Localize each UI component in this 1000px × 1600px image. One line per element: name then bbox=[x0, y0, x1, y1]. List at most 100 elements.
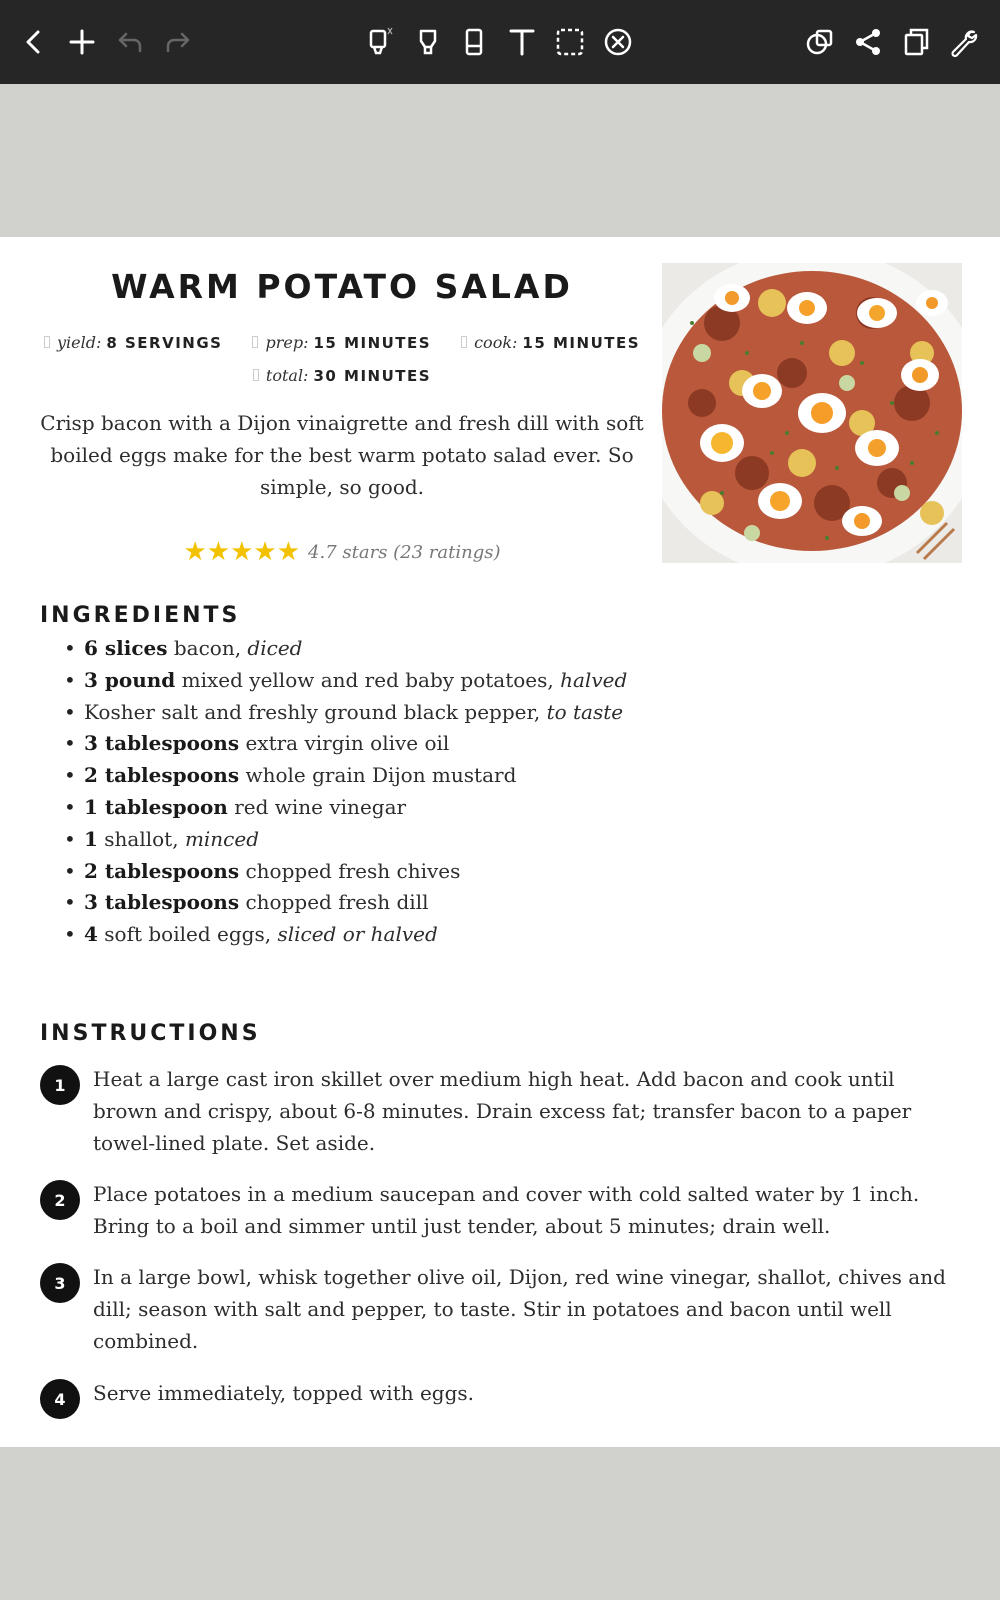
redo-button[interactable] bbox=[156, 18, 200, 66]
wrench-icon bbox=[951, 30, 978, 58]
yield-value: 8 SERVINGS bbox=[106, 334, 223, 352]
star-icon[interactable]: ★ bbox=[183, 539, 206, 565]
marker-icon bbox=[419, 29, 437, 55]
step-number-badge: 1 bbox=[40, 1065, 80, 1105]
ingredient-quantity: 1 bbox=[84, 826, 98, 851]
ingredient-quantity: 3 tablespoons bbox=[84, 890, 240, 915]
prep-meta: prep: 15 MINUTES bbox=[252, 333, 431, 352]
star-icon[interactable]: ★ bbox=[253, 539, 276, 565]
cook-value: 15 MINUTES bbox=[522, 334, 641, 352]
ingredient-note: diced bbox=[247, 636, 303, 660]
recipe-photo bbox=[662, 263, 962, 563]
recipe-rating[interactable]: ★ ★ ★ ★ ★ 4.7 stars (23 ratings) bbox=[40, 539, 644, 565]
toolbar bbox=[0, 0, 1000, 84]
step-number-badge: 3 bbox=[40, 1263, 80, 1303]
ingredient-item: 1 tablespoon red wine vinegar bbox=[64, 792, 924, 824]
lasso-tool-button[interactable] bbox=[548, 18, 592, 66]
undo-icon bbox=[118, 32, 142, 53]
share-icon bbox=[856, 29, 880, 55]
ingredient-note: to taste bbox=[546, 699, 624, 724]
lasso-icon bbox=[556, 28, 584, 56]
text-tool-button[interactable] bbox=[500, 18, 544, 66]
share-button[interactable] bbox=[846, 18, 890, 66]
recipe-meta-total: total: 30 MINUTES bbox=[40, 366, 644, 385]
recipe-page: WARM POTATO SALAD yield: 8 SERVINGS prep… bbox=[0, 237, 1000, 1447]
ingredient-quantity: 3 tablespoons bbox=[84, 731, 240, 756]
prep-value: 15 MINUTES bbox=[313, 334, 432, 352]
ingredients-list: 6 slices bacon, diced 3 pound mixed yell… bbox=[64, 633, 924, 951]
back-button[interactable] bbox=[12, 18, 56, 66]
recipe-title: WARM POTATO SALAD bbox=[111, 267, 573, 306]
cook-icon bbox=[461, 336, 468, 348]
marker-tool-button[interactable] bbox=[406, 18, 450, 66]
ingredient-quantity: 6 slices bbox=[84, 636, 168, 660]
ingredient-name: mixed yellow and red baby potatoes, bbox=[175, 667, 561, 692]
ingredient-quantity: 2 tablespoons bbox=[84, 763, 240, 788]
ingredient-quantity: 3 pound bbox=[84, 667, 176, 692]
ingredient-item: 4 soft boiled eggs, sliced or halved bbox=[64, 919, 924, 951]
ingredient-quantity: 4 bbox=[84, 922, 98, 947]
total-icon bbox=[252, 369, 259, 381]
ingredient-name: soft boiled eggs, bbox=[97, 922, 278, 947]
ingredient-item: 3 tablespoons chopped fresh dill bbox=[64, 887, 924, 919]
ingredient-name: shallot, bbox=[97, 826, 185, 851]
rating-text: 4.7 stars (23 ratings) bbox=[308, 541, 501, 563]
ingredient-name: red wine vinegar bbox=[227, 794, 407, 819]
total-meta: total: 30 MINUTES bbox=[252, 366, 432, 385]
recipe-summary: Crisp bacon with a Dijon vinaigrette and… bbox=[40, 411, 644, 499]
shapes-button[interactable] bbox=[798, 18, 842, 66]
pen-tool-button[interactable] bbox=[358, 18, 402, 66]
eraser-tool-button[interactable] bbox=[452, 18, 496, 66]
ingredient-note: minced bbox=[184, 826, 260, 851]
star-icon[interactable]: ★ bbox=[230, 539, 253, 565]
ingredient-name: extra virgin olive oil bbox=[239, 731, 450, 756]
step-number-badge: 4 bbox=[40, 1379, 80, 1419]
ingredient-item: 3 tablespoons extra virgin olive oil bbox=[64, 728, 924, 760]
rating-stars[interactable]: ★ ★ ★ ★ ★ bbox=[183, 539, 300, 565]
eraser-icon bbox=[465, 28, 483, 56]
add-button[interactable] bbox=[60, 18, 104, 66]
ingredient-item: 3 pound mixed yellow and red baby potato… bbox=[64, 665, 924, 697]
undo-button[interactable] bbox=[108, 18, 152, 66]
cook-meta: cook: 15 MINUTES bbox=[461, 333, 640, 352]
yield-icon bbox=[43, 336, 50, 348]
prep-label: prep: bbox=[265, 333, 309, 352]
step-number-badge: 2 bbox=[40, 1180, 80, 1220]
star-icon[interactable]: ★ bbox=[277, 539, 300, 565]
recipe-meta: yield: 8 SERVINGS prep: 15 MINUTES cook:… bbox=[40, 333, 644, 352]
ingredient-name: Kosher salt and freshly ground black pep… bbox=[84, 699, 547, 724]
yield-meta: yield: 8 SERVINGS bbox=[43, 333, 223, 352]
step-text: In a large bowl, whisk together olive oi… bbox=[93, 1265, 946, 1353]
step-text: Serve immediately, topped with eggs. bbox=[93, 1381, 475, 1405]
ingredient-name: chopped fresh dill bbox=[239, 890, 429, 915]
ingredient-item: 1 shallot, minced bbox=[64, 824, 924, 856]
yield-label: yield: bbox=[56, 333, 102, 352]
star-icon[interactable]: ★ bbox=[207, 539, 230, 565]
close-circle-icon bbox=[604, 28, 632, 56]
copy-button[interactable] bbox=[894, 18, 938, 66]
close-tool-button[interactable] bbox=[596, 18, 640, 66]
copy-icon bbox=[904, 28, 929, 56]
ingredients-heading: INGREDIENTS bbox=[40, 603, 241, 628]
add-icon bbox=[69, 29, 95, 55]
ingredient-item: 6 slices bacon, diced bbox=[64, 633, 924, 665]
ingredient-quantity: 2 tablespoons bbox=[84, 858, 240, 883]
ingredient-item: 2 tablespoons chopped fresh chives bbox=[64, 856, 924, 888]
ingredient-name: chopped fresh chives bbox=[239, 858, 461, 883]
ingredient-name: bacon, bbox=[167, 636, 248, 660]
text-icon bbox=[509, 29, 535, 56]
ingredient-note: halved bbox=[560, 667, 628, 692]
step-text: Heat a large cast iron skillet over medi… bbox=[93, 1067, 912, 1155]
instructions-heading: INSTRUCTIONS bbox=[40, 1021, 261, 1046]
redo-icon bbox=[166, 32, 190, 53]
total-label: total: bbox=[265, 366, 309, 385]
settings-button[interactable] bbox=[942, 18, 986, 66]
cook-label: cook: bbox=[474, 333, 518, 352]
total-value: 30 MINUTES bbox=[313, 367, 432, 385]
pen-icon bbox=[369, 27, 393, 55]
ingredient-name: whole grain Dijon mustard bbox=[239, 763, 517, 788]
ingredient-quantity: 1 tablespoon bbox=[84, 794, 228, 819]
prep-icon bbox=[252, 336, 259, 348]
back-icon bbox=[26, 30, 40, 54]
ingredient-item: 2 tablespoons whole grain Dijon mustard bbox=[64, 760, 924, 792]
